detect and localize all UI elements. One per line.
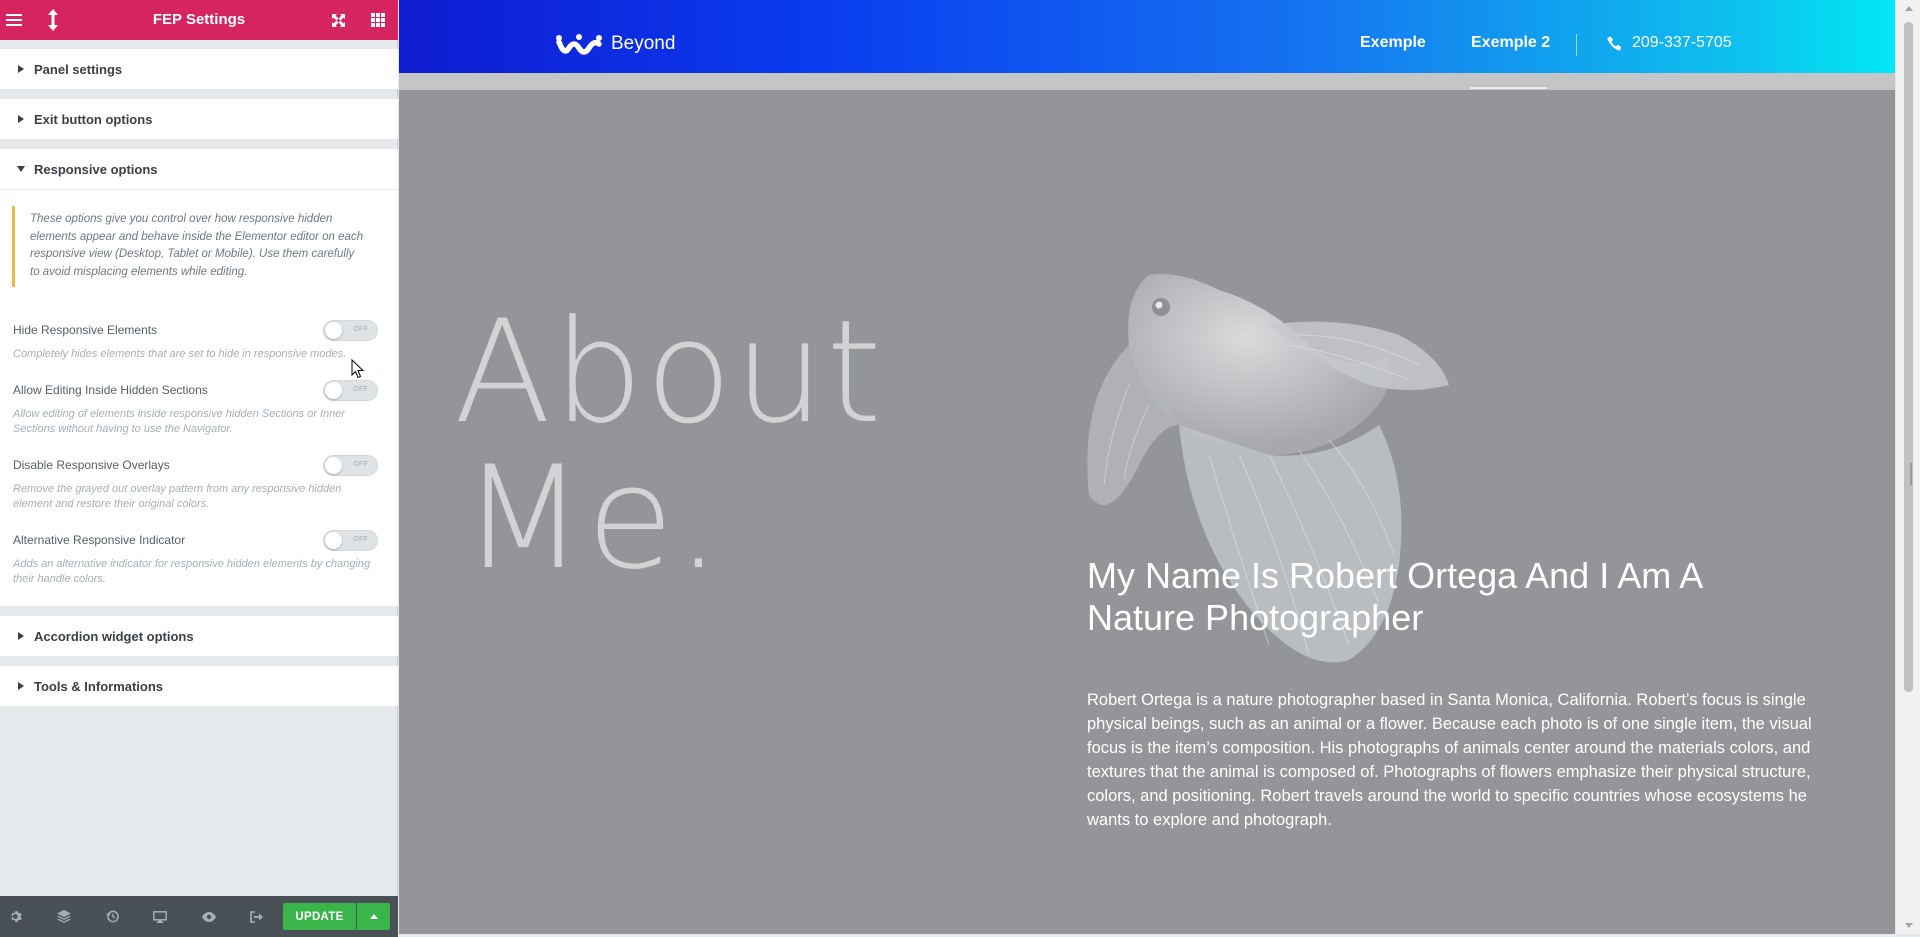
caret-right-icon xyxy=(16,114,26,124)
site-brand[interactable]: Beyond xyxy=(611,33,675,55)
nav-link-exemple-2[interactable]: Exemple 2 xyxy=(1471,34,1550,52)
section-label: Tools & Informations xyxy=(34,678,164,694)
caret-down-icon xyxy=(16,164,26,174)
history-icon xyxy=(105,910,119,923)
toggle-knob xyxy=(325,382,342,399)
toggle-knob xyxy=(325,322,342,339)
control-label: Allow Editing Inside Hidden Sections xyxy=(13,383,208,397)
about-heading-line1: About xyxy=(454,290,884,455)
toggle-state: OFF xyxy=(353,461,368,468)
panel-content: Panel settings Exit button options Respo… xyxy=(0,40,398,896)
site-header: Beyond Exemple Exemple 2 209-337-5705 xyxy=(399,0,1895,73)
section-header-accordion-widget-options[interactable]: Accordion widget options xyxy=(0,616,398,656)
panel-header: FEP Settings xyxy=(0,0,398,40)
disable-responsive-overlays-toggle[interactable]: OFF xyxy=(323,455,378,476)
mouse-cursor-icon xyxy=(351,359,365,379)
exit-icon xyxy=(250,910,263,923)
scroll-up-arrow[interactable] xyxy=(1896,0,1920,17)
allow-editing-hidden-sections-toggle[interactable]: OFF xyxy=(323,380,378,401)
editor-panel: FEP Settings Panel settings Exit button xyxy=(0,0,398,937)
caret-right-icon xyxy=(16,64,26,74)
toggle-knob xyxy=(325,457,342,474)
control-allow-editing-hidden-sections: Allow Editing Inside Hidden Sections OFF xyxy=(0,380,398,402)
control-description: Completely hides elements that are set t… xyxy=(13,348,347,360)
section-body: These options give you control over how … xyxy=(0,189,398,606)
desktop-icon xyxy=(153,910,167,923)
nav-divider xyxy=(1576,34,1577,56)
toggle-state: OFF xyxy=(353,386,368,393)
fullscreen-icon xyxy=(331,13,345,27)
control-label: Alternative Responsive Indicator xyxy=(13,533,186,547)
active-nav-indicator xyxy=(1470,87,1547,89)
section-exit-button-options: Exit button options xyxy=(0,99,398,139)
grid-icon xyxy=(371,13,385,27)
control-description: Allow editing of elements inside respons… xyxy=(13,408,346,435)
control-description: Remove the grayed out overlay pattern fr… xyxy=(13,483,342,510)
control-label: Hide Responsive Elements xyxy=(13,323,158,337)
fullscreen-button[interactable] xyxy=(324,0,352,40)
update-button[interactable]: UPDATE xyxy=(283,903,356,930)
control-description: Adds an alternative indicator for respon… xyxy=(13,558,371,585)
layers-icon xyxy=(57,910,71,923)
section-header-tools-informations[interactable]: Tools & Informations xyxy=(0,666,398,706)
scroll-position-marker xyxy=(1910,463,1912,485)
section-tools-informations: Tools & Informations xyxy=(0,666,398,706)
section-header-panel-settings[interactable]: Panel settings xyxy=(0,49,398,89)
header-divider-strip xyxy=(399,73,1895,90)
alternative-responsive-indicator-toggle[interactable]: OFF xyxy=(323,530,378,551)
responsive-info-note: These options give you control over how … xyxy=(12,206,378,287)
responsive-mode-button[interactable] xyxy=(39,0,67,40)
control-alternative-responsive-indicator: Alternative Responsive Indicator OFF xyxy=(0,530,398,552)
section-header-exit-button-options[interactable]: Exit button options xyxy=(0,99,398,139)
toggle-state: OFF xyxy=(353,326,368,333)
menu-button[interactable] xyxy=(0,0,28,40)
exit-button[interactable] xyxy=(237,896,277,937)
navigator-button[interactable] xyxy=(44,896,84,937)
intro-headline: My Name Is Robert Ortega And I Am A Natu… xyxy=(1087,555,1702,638)
settings-button[interactable] xyxy=(0,896,36,937)
nav-link-exemple[interactable]: Exemple xyxy=(1360,34,1426,52)
logo-icon xyxy=(556,34,602,55)
phone-number[interactable]: 209-337-5705 xyxy=(1632,34,1732,52)
control-label: Disable Responsive Overlays xyxy=(13,458,170,472)
responsive-arrows-icon xyxy=(48,9,58,31)
history-button[interactable] xyxy=(92,896,132,937)
hamburger-icon xyxy=(6,14,22,26)
scroll-down-arrow[interactable] xyxy=(1896,917,1920,934)
hide-responsive-elements-toggle[interactable]: OFF xyxy=(323,320,378,341)
section-label: Accordion widget options xyxy=(34,628,194,644)
panel-footer: UPDATE xyxy=(0,896,398,937)
phone-icon xyxy=(1607,36,1622,51)
section-panel-settings: Panel settings xyxy=(0,49,398,89)
section-header-responsive-options[interactable]: Responsive options xyxy=(0,149,398,189)
bio-paragraph: Robert Ortega is a nature photographer b… xyxy=(1087,691,1812,829)
toggle-knob xyxy=(325,532,342,549)
preview-scrollbar[interactable] xyxy=(1895,0,1920,934)
about-heading-line2: Me. xyxy=(462,436,724,601)
caret-right-icon xyxy=(16,681,26,691)
preview-button[interactable] xyxy=(189,896,229,937)
control-disable-responsive-overlays: Disable Responsive Overlays OFF xyxy=(0,455,398,477)
eye-icon xyxy=(202,911,216,922)
section-label: Exit button options xyxy=(34,111,153,127)
caret-up-icon xyxy=(369,914,378,919)
section-accordion-widget-options: Accordion widget options xyxy=(0,616,398,656)
caret-right-icon xyxy=(16,631,26,641)
about-heading: About Me. xyxy=(454,300,884,592)
scrollbar-thumb[interactable] xyxy=(1904,22,1913,692)
section-responsive-options: Responsive options These options give yo… xyxy=(0,149,398,606)
site-preview: Beyond Exemple Exemple 2 209-337-5705 Ab… xyxy=(399,0,1895,934)
toggle-state: OFF xyxy=(353,536,368,543)
update-options-button[interactable] xyxy=(357,903,390,930)
responsive-mode-footer-button[interactable] xyxy=(140,896,180,937)
section-label: Responsive options xyxy=(34,161,158,177)
widgets-button[interactable] xyxy=(364,0,392,40)
gear-icon xyxy=(10,911,22,922)
control-hide-responsive-elements: Hide Responsive Elements OFF xyxy=(0,320,398,342)
section-label: Panel settings xyxy=(34,61,123,77)
